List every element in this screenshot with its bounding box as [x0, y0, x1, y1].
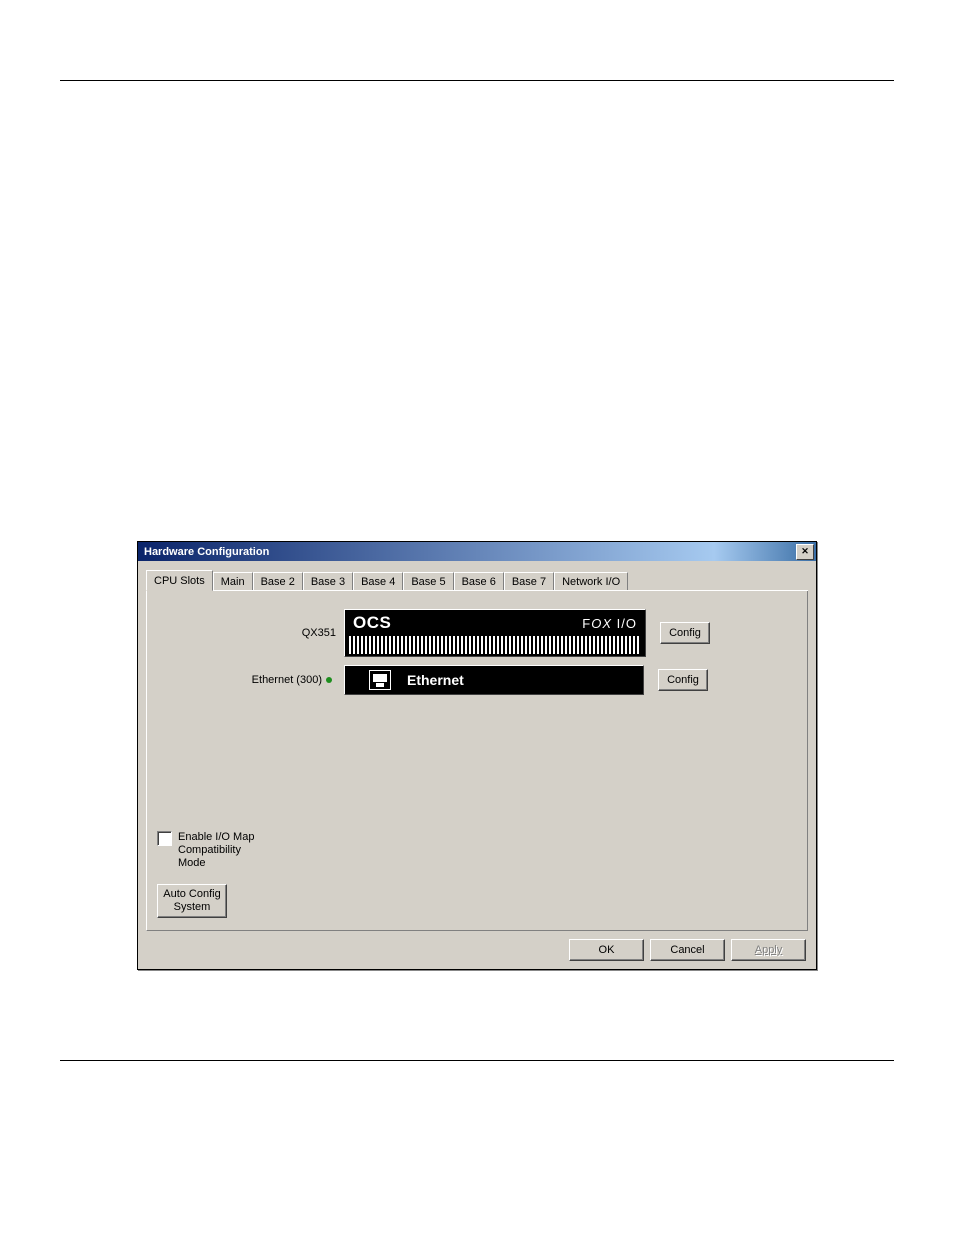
device-row-qx351: QX351 OCS FOX I/O Config [161, 609, 793, 657]
checkbox-row: Enable I/O Map Compatibility Mode [157, 831, 267, 870]
page-footer-rule [60, 1060, 894, 1061]
tab-base-6[interactable]: Base 6 [454, 572, 504, 590]
config-button-qx351[interactable]: Config [660, 622, 710, 644]
left-controls: Enable I/O Map Compatibility Mode Auto C… [157, 831, 267, 918]
device-box-ocs[interactable]: OCS FOX I/O [344, 609, 646, 657]
tab-base-3[interactable]: Base 3 [303, 572, 353, 590]
close-icon[interactable]: ✕ [796, 544, 814, 560]
device-label-qx351: QX351 [161, 627, 344, 639]
dialog-button-row: OK Cancel Apply [146, 931, 808, 963]
hardware-config-dialog: Hardware Configuration ✕ CPU Slots Main … [137, 541, 817, 970]
tab-base-5[interactable]: Base 5 [403, 572, 453, 590]
tab-row: CPU Slots Main Base 2 Base 3 Base 4 Base… [146, 569, 808, 591]
page-header-rule [60, 80, 894, 81]
tab-panel: QX351 OCS FOX I/O Config Ethernet (300) [146, 591, 808, 931]
device-box-header: OCS FOX I/O [345, 610, 645, 636]
dialog-title: Hardware Configuration [140, 546, 269, 558]
fox-io-text: FOX I/O [582, 616, 637, 631]
config-button-ethernet[interactable]: Config [658, 669, 708, 691]
ok-button[interactable]: OK [569, 939, 644, 961]
tab-base-2[interactable]: Base 2 [253, 572, 303, 590]
tab-main[interactable]: Main [213, 572, 253, 590]
device-label-ethernet: Ethernet (300) [252, 674, 330, 686]
status-dot-icon [326, 677, 332, 683]
tab-base-7[interactable]: Base 7 [504, 572, 554, 590]
tab-network-io[interactable]: Network I/O [554, 572, 628, 590]
tab-base-4[interactable]: Base 4 [353, 572, 403, 590]
auto-config-button[interactable]: Auto Config System [157, 884, 227, 918]
tab-cpu-slots[interactable]: CPU Slots [146, 570, 213, 591]
titlebar: Hardware Configuration ✕ [138, 542, 816, 561]
device-box-ethernet[interactable]: Ethernet [344, 665, 644, 695]
ethernet-port-icon [369, 670, 391, 690]
apply-button: Apply [731, 939, 806, 961]
dialog-body: CPU Slots Main Base 2 Base 3 Base 4 Base… [138, 561, 816, 969]
cancel-button[interactable]: Cancel [650, 939, 725, 961]
ethernet-text: Ethernet [407, 672, 464, 688]
ocs-text: OCS [353, 613, 391, 633]
enable-io-map-checkbox[interactable] [157, 831, 172, 846]
stripes-icon [349, 636, 641, 654]
device-row-ethernet: Ethernet (300) Ethernet Config [161, 665, 793, 695]
enable-io-map-label: Enable I/O Map Compatibility Mode [178, 831, 267, 870]
